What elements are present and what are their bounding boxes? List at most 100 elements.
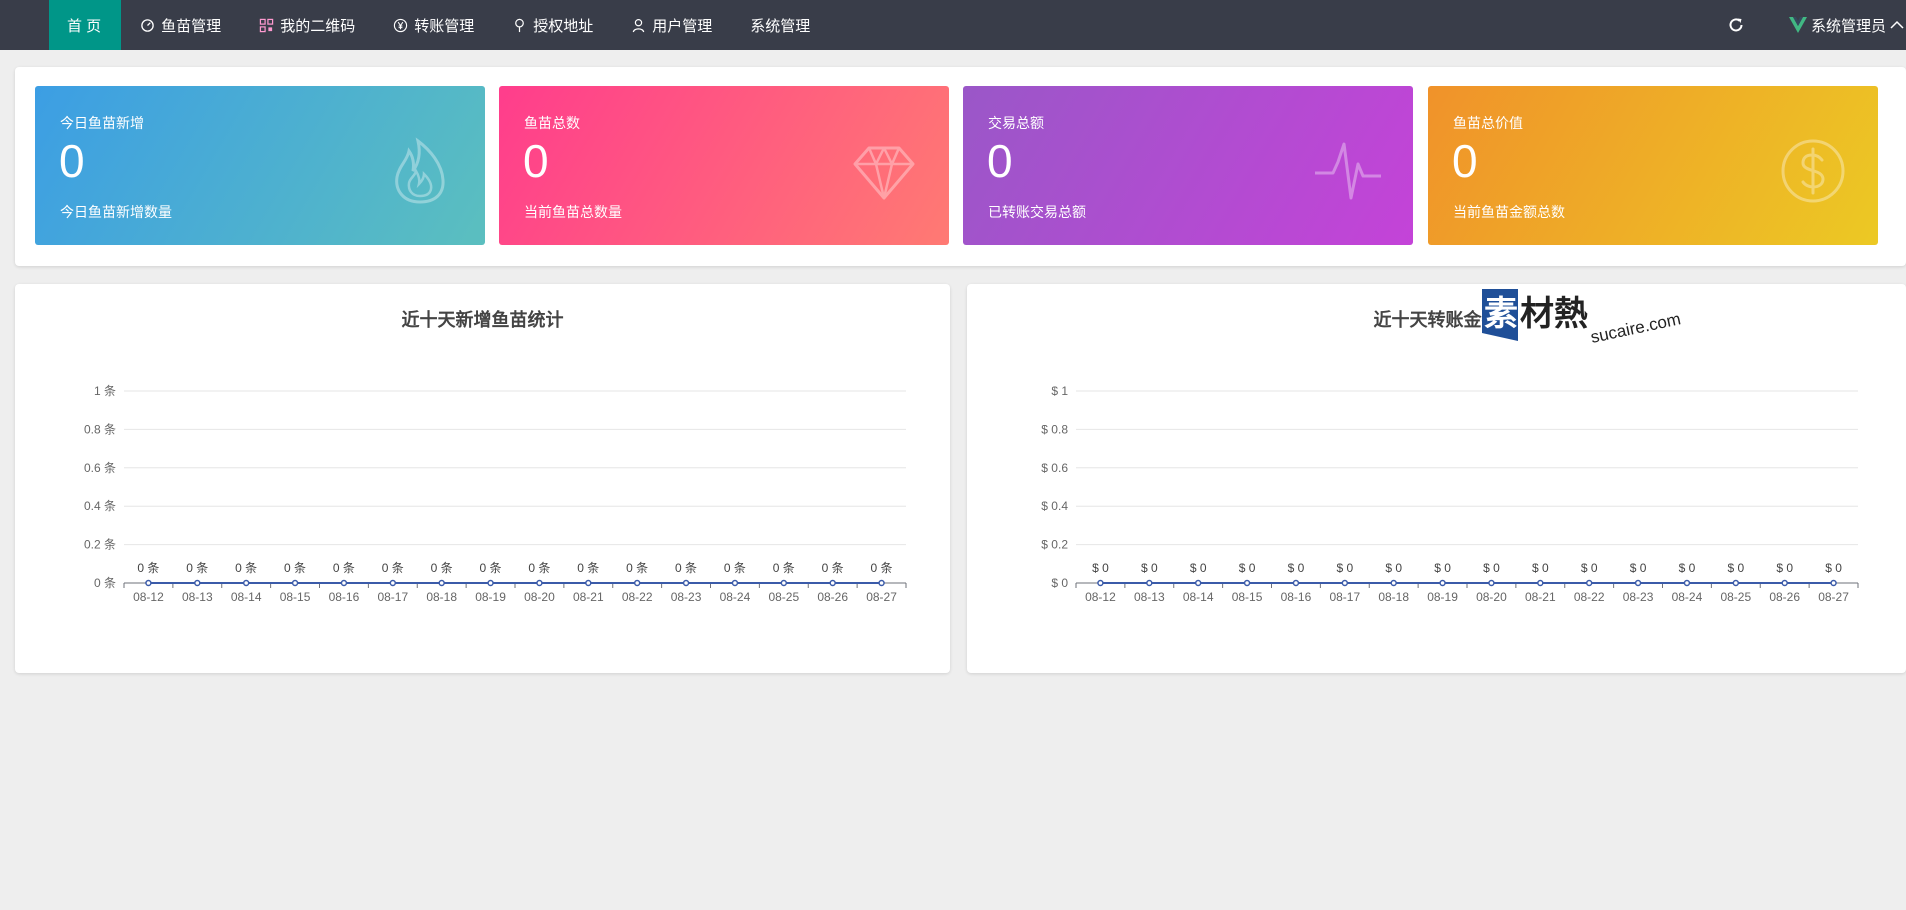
watermark-logo: 素 材熱 sucaire.com	[1482, 289, 1683, 345]
data-point[interactable]	[1097, 579, 1104, 587]
stat-card-today-new: 今日鱼苗新增 0 今日鱼苗新增数量	[35, 86, 485, 245]
data-label: 0 条	[773, 561, 795, 575]
y-tick-label: 1 条	[94, 384, 116, 398]
nav-item-transfer[interactable]: 转账管理	[374, 0, 493, 50]
watermark-site: sucaire.com	[1589, 309, 1683, 345]
data-label: 0 条	[137, 561, 159, 575]
stat-title: 交易总额	[988, 115, 1044, 131]
data-point[interactable]	[585, 579, 592, 587]
data-point[interactable]	[145, 579, 152, 587]
location-icon	[515, 18, 525, 32]
stat-value: 0	[1452, 135, 1478, 187]
stat-value: 0	[523, 135, 549, 187]
y-tick-label: $ 0.4	[1041, 499, 1068, 513]
x-tick-label: 08-15	[280, 590, 311, 604]
nav-menu: 首 页 鱼苗管理 我的二维码 转账管理 授权地址 用户管理 系统管理	[49, 0, 829, 50]
data-point[interactable]	[1830, 579, 1837, 587]
nav-item-fish[interactable]: 鱼苗管理	[121, 0, 240, 50]
data-point[interactable]	[780, 579, 788, 587]
y-tick-label: 0 条	[94, 576, 116, 590]
data-point[interactable]	[1390, 579, 1397, 587]
data-point[interactable]	[194, 579, 201, 587]
chart-panel-new-fish: 近十天新增鱼苗统计 0 条 0.2 条 0.4 条 0.6 条 0.8 条1 条 08-1…	[15, 284, 950, 673]
data-label: $ 0	[1141, 561, 1158, 575]
x-tick-label: 08-18	[1378, 590, 1409, 604]
data-label: $ 0	[1776, 561, 1793, 575]
data-point[interactable]	[340, 579, 348, 587]
data-point[interactable]	[487, 579, 494, 587]
stat-desc: 今日鱼苗新增数量	[60, 204, 172, 220]
data-point[interactable]	[1488, 579, 1495, 587]
user-name: 系统管理员	[1810, 17, 1886, 35]
user-menu[interactable]: 系统管理员	[1788, 15, 1904, 36]
data-point[interactable]	[1243, 579, 1251, 587]
data-label: 0 条	[528, 561, 550, 575]
data-label: $ 0	[1581, 561, 1598, 575]
x-tick-label: 08-24	[1672, 590, 1703, 604]
data-point[interactable]	[536, 579, 543, 587]
data-point[interactable]	[1732, 579, 1740, 587]
nav-item-label: 我的二维码	[280, 17, 356, 35]
data-point[interactable]	[829, 579, 836, 587]
data-point[interactable]	[242, 579, 250, 587]
data-label: 0 条	[577, 561, 599, 575]
data-label: 0 条	[871, 561, 893, 575]
data-point[interactable]	[1439, 579, 1446, 587]
data-label: $ 0	[1288, 561, 1305, 575]
data-label: $ 0	[1190, 561, 1207, 575]
data-label: 0 条	[724, 561, 746, 575]
data-point[interactable]	[1341, 579, 1349, 587]
data-label: $ 0	[1385, 561, 1402, 575]
stat-title: 鱼苗总数	[524, 115, 580, 131]
data-point[interactable]	[1537, 579, 1544, 587]
nav-item-label: 用户管理	[652, 17, 713, 35]
refresh-icon[interactable]	[1727, 16, 1745, 34]
x-tick-label: 08-13	[182, 590, 213, 604]
data-point[interactable]	[1292, 579, 1300, 587]
x-tick-label: 08-25	[1720, 590, 1751, 604]
x-tick-label: 08-22	[1574, 590, 1605, 604]
nav-item-system[interactable]: 系统管理	[731, 0, 829, 50]
data-point[interactable]	[682, 579, 690, 587]
data-point[interactable]	[1585, 579, 1593, 587]
data-point[interactable]	[878, 579, 885, 587]
nav-item-label: 鱼苗管理	[161, 17, 222, 35]
y-tick-label: $ 0.6	[1041, 461, 1068, 475]
y-tick-label: $ 0.2	[1041, 538, 1068, 552]
data-point[interactable]	[731, 579, 739, 587]
nav-item-qrcode[interactable]: 我的二维码	[240, 0, 374, 50]
data-point[interactable]	[1683, 579, 1691, 587]
stat-value: 0	[59, 135, 85, 187]
nav-item-users[interactable]: 用户管理	[612, 0, 731, 50]
data-point[interactable]	[633, 579, 641, 587]
x-tick-label: 08-23	[1623, 590, 1654, 604]
x-tick-label: 08-19	[1427, 590, 1458, 604]
data-label: 0 条	[235, 561, 257, 575]
data-point[interactable]	[291, 579, 299, 587]
top-nav: 首 页 鱼苗管理 我的二维码 转账管理 授权地址 用户管理 系统管理 系统管理员	[0, 0, 1906, 50]
data-point[interactable]	[1194, 579, 1202, 587]
new-fish-chart: 0 条 0.2 条 0.4 条 0.6 条 0.8 条 1 条 08-12 08-13 08-1…	[84, 384, 907, 604]
data-point[interactable]	[389, 579, 397, 587]
data-point[interactable]	[1781, 579, 1788, 587]
x-tick-label: 08-13	[1134, 590, 1165, 604]
nav-item-label: 转账管理	[414, 17, 475, 35]
data-label: 0 条	[186, 561, 208, 575]
data-label: 0 条	[626, 561, 648, 575]
chevron-up-icon	[1890, 20, 1904, 29]
data-point[interactable]	[438, 579, 445, 587]
data-point[interactable]	[1146, 579, 1153, 587]
nav-item-auth-address[interactable]: 授权地址	[493, 0, 612, 50]
x-tick-label: 08-17	[1329, 590, 1360, 604]
x-tick-label: 08-16	[1281, 590, 1312, 604]
data-label: $ 0	[1336, 561, 1353, 575]
y-tick-label: 0.8 条	[84, 422, 116, 436]
x-tick-label: 08-14	[231, 590, 262, 604]
data-label: 0 条	[822, 561, 844, 575]
data-label: 0 条	[284, 561, 306, 575]
data-point[interactable]	[1634, 579, 1642, 587]
stat-desc: 当前鱼苗金额总数	[1453, 204, 1565, 220]
data-label: $ 0	[1630, 561, 1647, 575]
y-tick-label: 0.2 条	[84, 538, 116, 552]
nav-item-home[interactable]: 首 页	[49, 0, 122, 50]
